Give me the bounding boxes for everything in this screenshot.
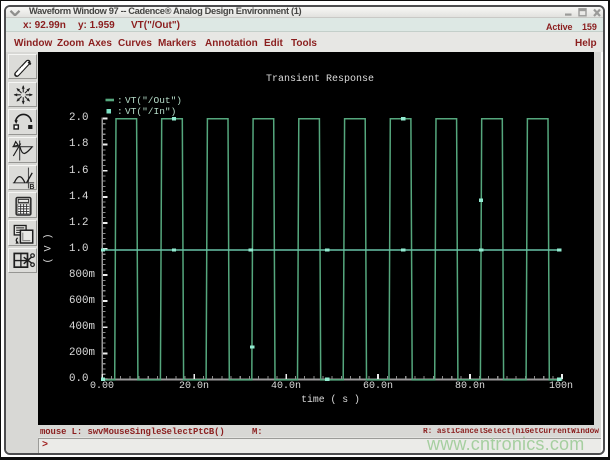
svg-text:B: B: [29, 183, 34, 190]
